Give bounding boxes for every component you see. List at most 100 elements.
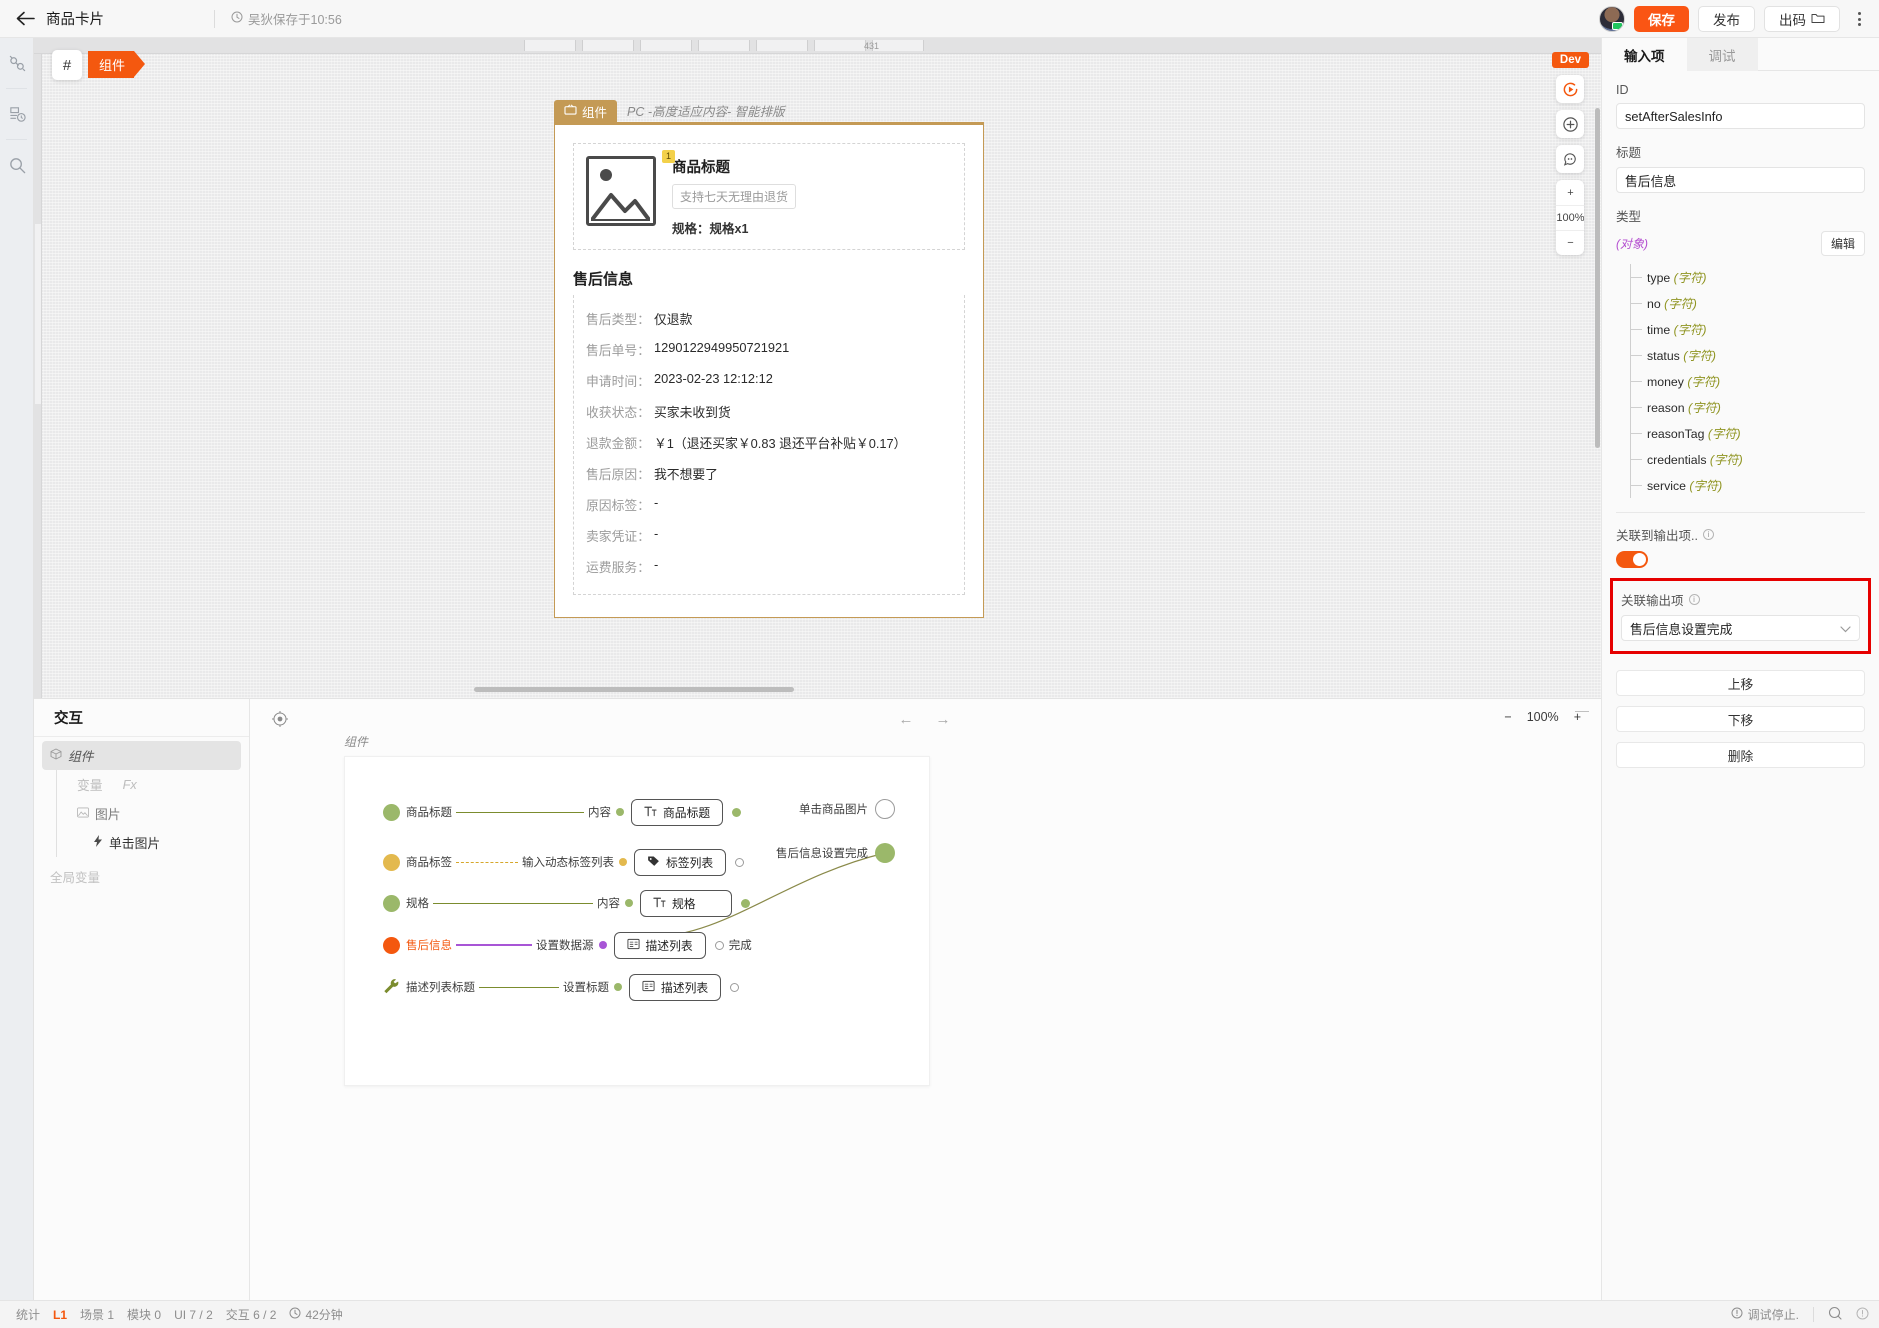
info-icon[interactable]: i: [1702, 529, 1714, 540]
graph-port-dot[interactable]: [614, 983, 622, 991]
graph-output-ring[interactable]: [730, 982, 740, 992]
field-type: (字符): [1683, 349, 1717, 363]
graph-output-dot[interactable]: [741, 898, 750, 908]
goods-image-placeholder[interactable]: [586, 156, 656, 226]
preview-tab-component[interactable]: 组件: [554, 100, 618, 122]
plugin-icon[interactable]: [0, 38, 34, 88]
graph-input-dot[interactable]: [383, 803, 400, 821]
help-circle-icon[interactable]: [1856, 1307, 1869, 1323]
field-type: (字符): [1688, 401, 1721, 415]
edit-type-button[interactable]: 编辑: [1820, 231, 1865, 256]
title-input[interactable]: [1616, 167, 1865, 193]
publish-button[interactable]: 发布: [1698, 6, 1755, 32]
export-code-button[interactable]: 出码: [1764, 6, 1840, 32]
canvas-zoom-control: + 100% −: [1556, 180, 1585, 255]
design-canvas[interactable]: 431 # 组件 组件 PC -高度适应内容- 智能排版 1 商品标题 支持七天…: [34, 38, 1601, 698]
graph-nav-back[interactable]: ←: [898, 711, 913, 728]
link-output-label-wrap: 关联输出项 i: [1621, 590, 1860, 609]
field-name: money: [1647, 375, 1684, 389]
avatar[interactable]: [1599, 6, 1625, 32]
graph-input-label: 商品标题: [406, 807, 452, 819]
goods-info: 商品标题 支持七天无理由退货 规格：规格x1: [672, 156, 797, 237]
debug-status[interactable]: 调试停止.: [1731, 1306, 1799, 1323]
hash-badge[interactable]: #: [52, 50, 82, 80]
tab-debug[interactable]: 调试: [1686, 38, 1758, 71]
graph-port-dot[interactable]: [625, 899, 633, 907]
goods-tag: 支持七天无理由退货: [672, 184, 797, 209]
component-flag-tag[interactable]: 组件: [88, 51, 146, 78]
graph-output-dot[interactable]: [732, 807, 742, 817]
graph-node[interactable]: 描述列表: [613, 931, 706, 959]
field-title: 标题: [1616, 142, 1865, 193]
field-type: (字符): [1673, 323, 1707, 337]
graph-node-label: 商品标题: [663, 805, 711, 820]
graph-input-dot[interactable]: [383, 894, 400, 912]
add-circle-icon[interactable]: [1556, 110, 1585, 138]
play-icon[interactable]: [1556, 75, 1585, 103]
kebab-menu-icon[interactable]: [1849, 6, 1869, 32]
canvas-horizontal-scrollbar[interactable]: [474, 687, 794, 692]
graph-board[interactable]: 商品标题 内容 商品标题 商品标签 输入动态标签列表 标签列表 规格 内容 规格…: [344, 756, 930, 1086]
tree-item-image[interactable]: 图片: [69, 799, 249, 828]
tree-item-click-image[interactable]: 单击图片: [69, 828, 249, 857]
graph-output-ring[interactable]: [875, 799, 895, 819]
graph-board-label: 组件: [344, 735, 369, 749]
level-badge: L1: [53, 1307, 68, 1322]
desc-label: 售后类型：: [586, 312, 650, 327]
info-icon[interactable]: i: [1688, 594, 1700, 605]
search-circle-icon[interactable]: [1828, 1306, 1842, 1323]
elapsed-time-label: 42分钟: [305, 1308, 343, 1322]
graph-zoom-out-button[interactable]: −: [1504, 710, 1511, 724]
delete-button[interactable]: 删除: [1616, 742, 1865, 768]
move-up-button[interactable]: 上移: [1616, 670, 1865, 696]
graph-nav-forward[interactable]: →: [935, 711, 950, 728]
node-graph-area[interactable]: ← → − 100% + 组件 商品标题 内容 商品标题 商品标签 输入动态标签…: [250, 698, 1601, 1300]
desc-list-icon: [626, 938, 640, 953]
dev-badge[interactable]: Dev: [1551, 52, 1589, 68]
move-down-button[interactable]: 下移: [1616, 706, 1865, 732]
canvas-vertical-scrollbar[interactable]: [1595, 108, 1600, 448]
graph-port-dot[interactable]: [619, 858, 627, 866]
back-arrow-icon[interactable]: [14, 8, 36, 30]
graph-output-ring[interactable]: [714, 940, 724, 950]
link-output-select[interactable]: 售后信息设置完成: [1621, 615, 1860, 641]
link-output-toggle[interactable]: [1616, 551, 1648, 568]
graph-output-ring[interactable]: [735, 857, 745, 867]
canvas-zoom-in-button[interactable]: +: [1556, 180, 1584, 205]
history-doc-icon[interactable]: [0, 89, 34, 139]
global-variable-label[interactable]: 全局变量: [34, 857, 249, 896]
canvas-zoom-out-button[interactable]: −: [1556, 230, 1585, 255]
field-name: type: [1647, 271, 1671, 285]
field-type: 类型 (对象) 编辑 type (字符) no (字符) time (字符) s…: [1616, 206, 1865, 498]
save-button[interactable]: 保存: [1634, 6, 1689, 32]
graph-port-dot[interactable]: [598, 941, 607, 949]
graph-node[interactable]: 标签列表: [634, 848, 727, 876]
graph-node[interactable]: 描述列表: [629, 973, 722, 1001]
interaction-count: 交互 6 / 2: [225, 1308, 277, 1322]
wrench-icon[interactable]: [383, 979, 400, 996]
target-icon[interactable]: [272, 711, 288, 727]
panel-minimize-icon[interactable]: —: [1575, 702, 1589, 718]
graph-nav: ← →: [898, 711, 950, 728]
desc-value: 仅退款: [653, 312, 693, 327]
graph-output-dot[interactable]: [875, 843, 895, 863]
graph-port-dot[interactable]: [616, 808, 624, 816]
status-right: 调试停止.: [1731, 1306, 1869, 1323]
graph-port-label: 内容: [588, 807, 611, 819]
search-icon[interactable]: [0, 140, 34, 190]
desc-row: 原因标签： -: [574, 489, 964, 520]
type-field-row: status (字符): [1631, 342, 1865, 368]
ruler-value: 431: [864, 41, 880, 51]
graph-node[interactable]: 规格: [640, 889, 732, 917]
type-label: 类型: [1616, 210, 1642, 224]
graph-input-dot[interactable]: [383, 853, 400, 871]
comment-icon[interactable]: [1556, 145, 1585, 173]
link-output-value: 售后信息设置完成: [1630, 621, 1733, 637]
tree-item-component[interactable]: 组件: [42, 741, 241, 770]
tab-input-items[interactable]: 输入项: [1602, 38, 1687, 71]
graph-input-dot[interactable]: [383, 936, 400, 954]
stats-label: 统计: [16, 1308, 41, 1322]
tree-item-variable[interactable]: 变量 Fx: [69, 770, 249, 799]
graph-node[interactable]: 商品标题: [631, 798, 724, 826]
id-input[interactable]: [1616, 103, 1865, 129]
